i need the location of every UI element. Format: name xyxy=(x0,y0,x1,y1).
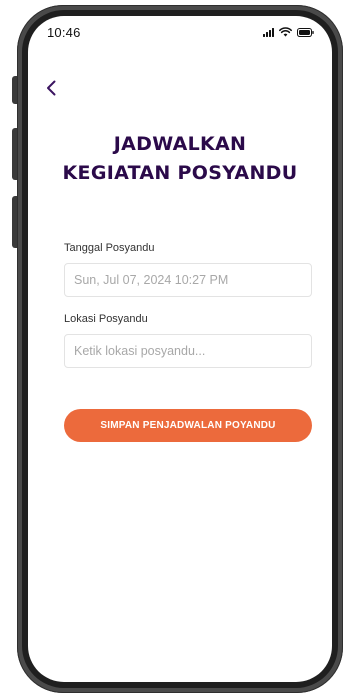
save-schedule-button[interactable]: SIMPAN PENJADWALAN POYANDU xyxy=(64,409,312,442)
location-field-label: Lokasi Posyandu xyxy=(64,313,148,325)
phone-bezel: 10:46 JADWALKAN KEGIATAN POSYANDU Tangga… xyxy=(22,10,338,688)
app-stage: 10:46 JADWALKAN KEGIATAN POSYANDU Tangga… xyxy=(0,0,349,698)
status-time: 10:46 xyxy=(47,25,81,40)
page-title-line-2: KEGIATAN POSYANDU xyxy=(62,162,298,184)
date-field-label: Tanggal Posyandu xyxy=(64,242,155,254)
date-field-value: Sun, Jul 07, 2024 10:27 PM xyxy=(74,273,229,287)
status-icons xyxy=(263,27,314,37)
back-button[interactable] xyxy=(42,78,62,98)
phone-screen: 10:46 JADWALKAN KEGIATAN POSYANDU Tangga… xyxy=(28,16,332,682)
location-input[interactable] xyxy=(64,334,312,368)
signal-icon xyxy=(263,27,274,37)
page-title-line-1: JADWALKAN xyxy=(113,133,247,155)
status-bar: 10:46 xyxy=(28,16,332,42)
wifi-icon xyxy=(279,27,292,37)
page-title: JADWALKAN KEGIATAN POSYANDU xyxy=(28,130,332,188)
phone-frame: 10:46 JADWALKAN KEGIATAN POSYANDU Tangga… xyxy=(17,5,343,693)
battery-icon xyxy=(297,27,314,37)
date-field[interactable]: Sun, Jul 07, 2024 10:27 PM xyxy=(64,263,312,297)
chevron-left-icon xyxy=(47,80,56,96)
